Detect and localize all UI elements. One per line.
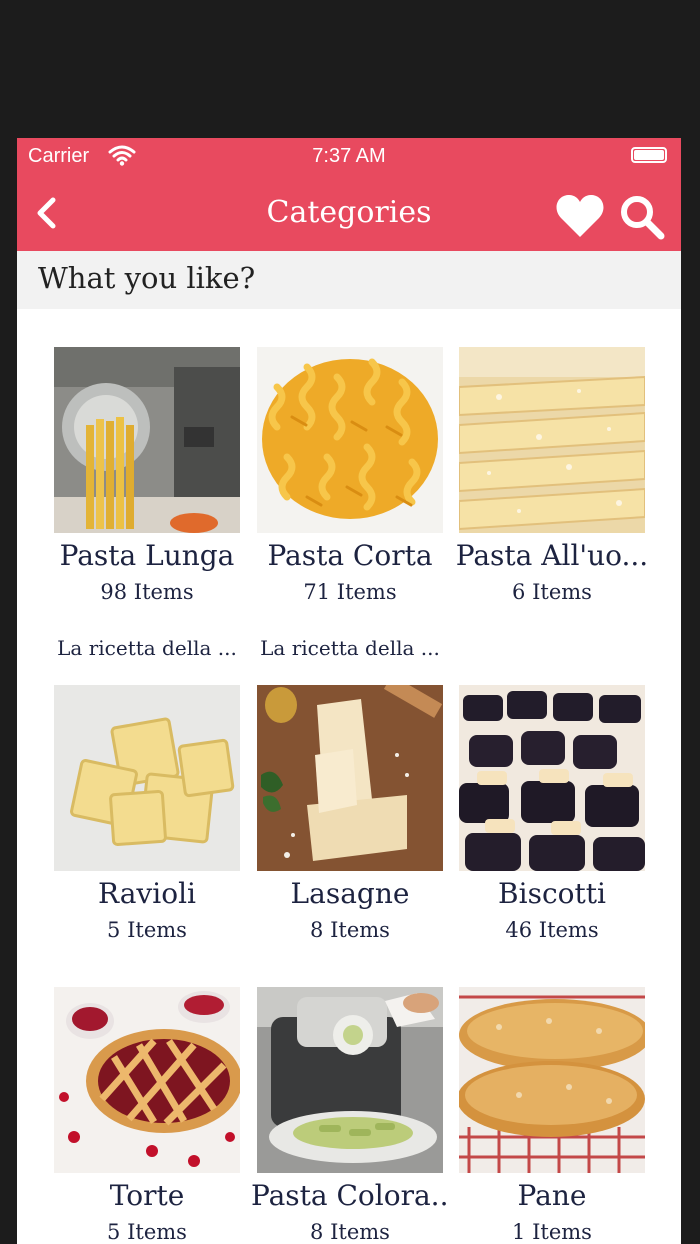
category-image-pasta-corta [257,347,443,533]
category-title: Pasta All'uo... [455,539,649,572]
category-count: 8 Items [310,918,390,942]
category-count: 6 Items [512,580,592,604]
category-count: 5 Items [107,918,187,942]
category-image-ravioli [54,685,240,871]
category-title: Biscotti [498,877,606,910]
category-image-torte [54,987,240,1173]
category-title: Pane [517,1179,587,1212]
status-time: 7:37 AM [312,145,386,167]
category-image-pasta-colorata [257,987,443,1173]
search-icon[interactable] [617,192,667,242]
category-image-biscotti [459,685,645,871]
category-count: 5 Items [107,1220,187,1244]
category-title: Torte [109,1179,185,1212]
category-description: La ricetta della ... [57,636,237,660]
category-count: 8 Items [310,1220,390,1244]
status-bar: Carrier 7:37 AM [17,138,681,176]
navigation-bar: Categories [17,176,681,251]
section-title: What you like? [38,261,256,295]
battery-icon [631,147,667,163]
category-image-pane [459,987,645,1173]
category-count: 1 Items [512,1220,592,1244]
category-description: La ricetta della ... [260,636,440,660]
category-count: 71 Items [303,580,397,604]
category-image-lasagne [257,685,443,871]
category-count: 46 Items [505,918,599,942]
category-image-pasta-lunga [54,347,240,533]
section-header: What you like? [17,251,681,309]
category-title: Lasagne [290,877,410,910]
heart-icon[interactable] [555,193,605,239]
category-count: 98 Items [100,580,194,604]
app-screen: Carrier 7:37 AM Categories What you like… [17,138,681,1244]
category-title: Ravioli [98,877,196,910]
category-title: Pasta Corta [267,539,433,572]
category-title: Pasta Colora... [251,1179,449,1212]
category-image-pasta-alluovo [459,347,645,533]
category-title: Pasta Lunga [59,539,235,572]
